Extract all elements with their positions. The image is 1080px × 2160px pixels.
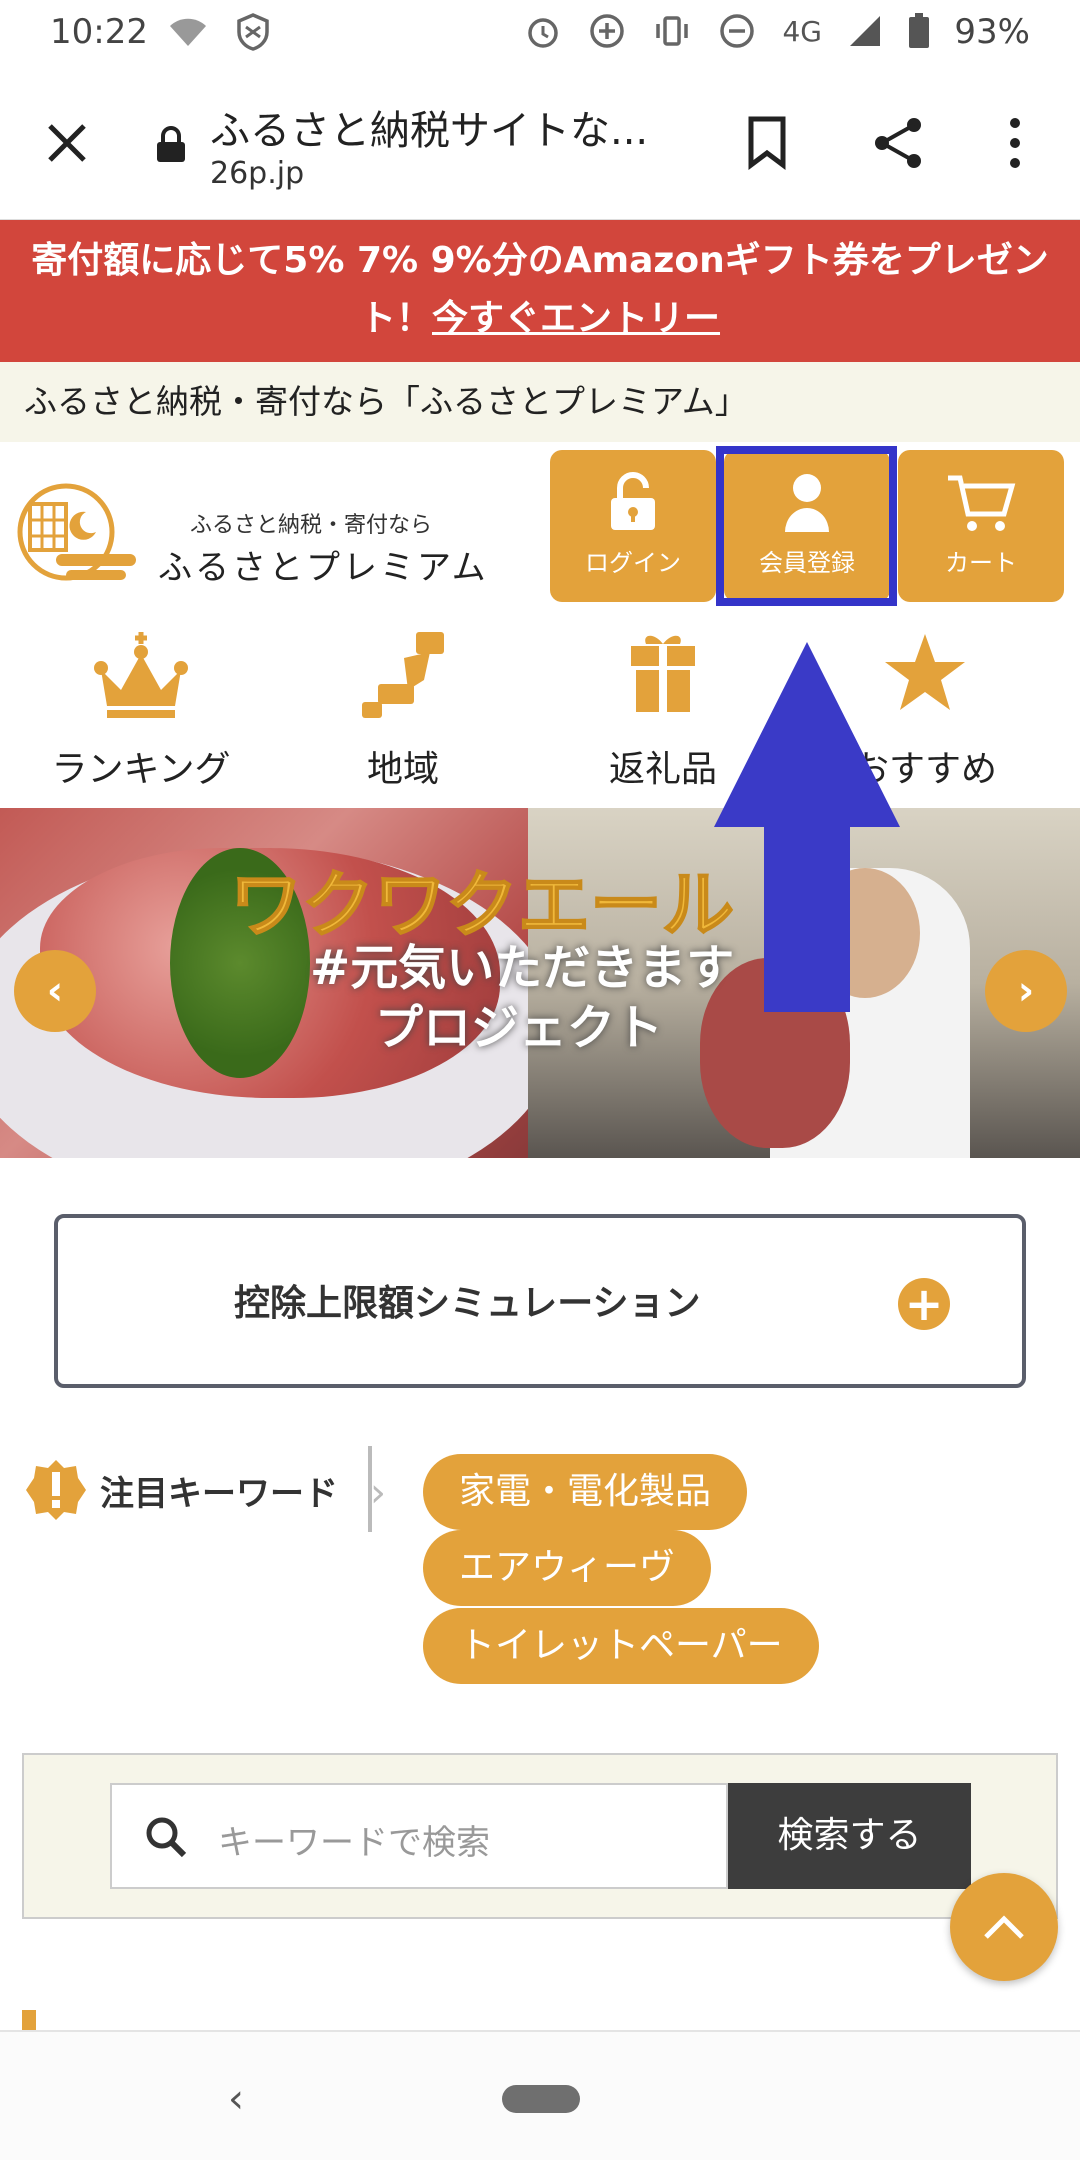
battery-icon <box>909 13 929 48</box>
unlock-icon <box>611 472 655 530</box>
plus-icon[interactable]: + <box>898 1278 950 1330</box>
nav-region[interactable]: 地域 <box>268 625 538 805</box>
nav-ranking-label: ランキング <box>51 749 231 790</box>
logo-title[interactable]: ふるさとプレミアム <box>158 540 489 589</box>
browser-toolbar: ふるさと納税サイトな... 26p.jp <box>0 70 1080 220</box>
bookmark-icon[interactable] <box>745 115 789 171</box>
back-icon[interactable]: ‹ <box>228 2076 244 2122</box>
simulation-panel[interactable]: 控除上限額シミュレーション + <box>54 1214 1026 1388</box>
alarm-icon <box>528 18 559 48</box>
login-button[interactable]: ログイン <box>550 450 716 602</box>
dnd-icon <box>720 14 755 48</box>
page-title[interactable]: ふるさと納税サイトな... <box>210 98 648 156</box>
logo-subtitle: ふるさと納税・寄付なら <box>190 513 433 538</box>
chevron-up-icon <box>984 1915 1024 1939</box>
hero-carousel[interactable]: ワクワクエール #元気いただきます プロジェクト ‹ › <box>0 808 1080 1158</box>
vibrate-icon <box>656 16 689 46</box>
more-icon[interactable] <box>1005 115 1025 171</box>
status-time: 10:22 <box>50 12 148 52</box>
arrow-up-icon <box>714 642 900 1012</box>
simulation-label: 控除上限額シミュレーション <box>234 1283 701 1324</box>
keyword-tag[interactable]: トイレットペーパー <box>423 1608 819 1684</box>
search-button[interactable]: 検索する <box>728 1783 971 1889</box>
status-right-icons: 4G <box>524 12 930 50</box>
login-label: ログイン <box>585 549 681 577</box>
nav-ranking[interactable]: ランキング <box>6 625 276 805</box>
carousel-prev-button[interactable]: ‹ <box>14 950 96 1032</box>
alert-icon <box>26 1460 86 1520</box>
japan-map-icon <box>362 632 444 718</box>
cart-icon <box>948 475 1016 531</box>
keyword-tag[interactable]: エアウィーヴ <box>423 1530 712 1606</box>
wifi-icon <box>170 18 206 46</box>
network-type: 4G <box>782 14 822 48</box>
nav-region-label: 地域 <box>366 749 439 790</box>
carousel-next-button[interactable]: › <box>985 950 1067 1032</box>
battery-level: 93% <box>954 12 1030 52</box>
highlight-box <box>716 446 897 606</box>
promo-entry-link[interactable]: 今すぐエントリー <box>432 298 720 339</box>
hero-line3: プロジェクト <box>375 1000 664 1056</box>
home-pill-icon[interactable] <box>502 2085 580 2113</box>
status-bar: 10:22 4G 93% <box>0 0 1080 70</box>
search-icon <box>146 1817 187 1858</box>
gift-icon <box>631 635 695 712</box>
signal-icon <box>850 16 880 46</box>
crown-icon <box>94 632 188 718</box>
status-left-icons <box>168 12 270 52</box>
chevron-right-icon: › <box>370 1470 386 1516</box>
close-icon[interactable] <box>42 118 92 168</box>
page-url[interactable]: 26p.jp <box>210 156 304 191</box>
search-placeholder: キーワードで検索 <box>218 1823 490 1863</box>
site-tagline: ふるさと納税・寄付なら「ふるさとプレミアム」 <box>0 362 1080 442</box>
logo-icon[interactable] <box>16 482 140 584</box>
share-icon[interactable] <box>870 115 926 171</box>
data-saver-icon <box>590 14 625 48</box>
promo-banner[interactable]: 寄付額に応じて5% 7% 9%分のAmazonギフト券をプレゼント！今すぐエント… <box>0 220 1080 362</box>
cart-button[interactable]: カート <box>898 450 1064 602</box>
keyword-tag[interactable]: 家電・電化製品 <box>423 1454 748 1530</box>
shield-icon <box>237 13 269 51</box>
keywords-title: 注目キーワード <box>100 1474 338 1514</box>
lock-icon <box>157 126 185 162</box>
system-nav-bar: ‹ <box>0 2030 1080 2160</box>
cart-label: カート <box>945 549 1017 577</box>
search-input[interactable]: キーワードで検索 <box>110 1783 728 1889</box>
scroll-top-button[interactable] <box>950 1873 1058 1981</box>
